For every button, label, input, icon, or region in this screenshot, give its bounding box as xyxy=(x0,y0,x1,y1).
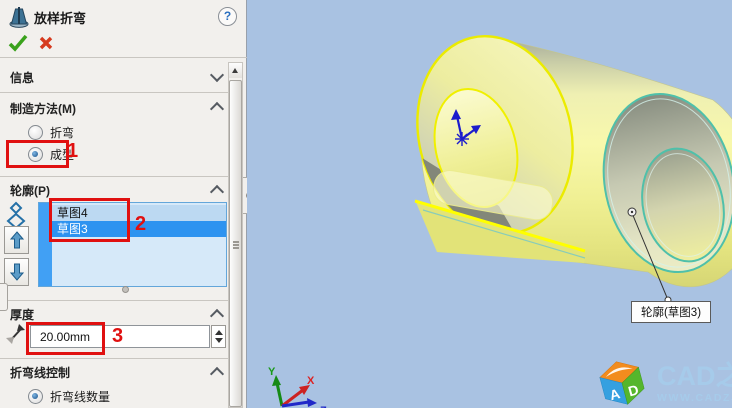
list-resize-handle[interactable] xyxy=(122,286,129,293)
annotation-box-1 xyxy=(6,140,69,168)
confirm-button[interactable] xyxy=(8,34,28,52)
thickness-spinner[interactable] xyxy=(211,325,226,348)
radio-option-bendline-count[interactable]: 折弯线数量 xyxy=(28,388,110,405)
arrow-down-icon xyxy=(10,263,24,281)
chevron-up-icon[interactable] xyxy=(210,185,224,199)
chevron-up-icon[interactable] xyxy=(210,367,224,381)
feature-tree-tab[interactable] xyxy=(0,283,8,311)
watermark-url: WWW.CADZJ.COM xyxy=(657,392,732,404)
watermark-brand: CAD之家 xyxy=(657,363,732,390)
radio-selected-icon xyxy=(28,389,43,404)
annotation-number-2: 2 xyxy=(135,213,146,236)
annotation-box-2 xyxy=(49,198,130,242)
lofted-bend-icon xyxy=(7,4,31,35)
annotation-number-1: 1 xyxy=(67,140,78,163)
scrollbar-grip-icon xyxy=(233,241,239,243)
divider xyxy=(0,92,228,93)
radio-option-bend[interactable]: 折弯 xyxy=(28,124,74,141)
scroll-up-button[interactable] xyxy=(229,63,242,78)
spinner-up-icon[interactable] xyxy=(215,330,223,335)
move-down-button[interactable] xyxy=(4,258,29,286)
chevron-up-icon[interactable] xyxy=(210,309,224,323)
thickness-icon xyxy=(4,321,26,347)
annotation-box-3 xyxy=(26,322,105,355)
panel-title: 放样折弯 xyxy=(34,8,86,27)
svg-text:Y: Y xyxy=(268,366,276,378)
arrow-up-icon xyxy=(10,231,24,249)
divider xyxy=(0,57,247,58)
check-icon xyxy=(8,34,28,52)
radio-icon xyxy=(28,125,43,140)
chevron-down-icon[interactable] xyxy=(210,68,224,82)
help-icon[interactable]: ? xyxy=(218,7,237,26)
divider xyxy=(0,300,228,301)
divider xyxy=(0,358,228,359)
move-up-button[interactable] xyxy=(4,226,29,254)
graphics-viewport[interactable]: Y X Z 轮廓(草图3) A D xyxy=(247,0,732,408)
divider xyxy=(0,176,228,177)
profile-callout[interactable]: 轮廓(草图3) xyxy=(631,301,711,323)
solidworks-window: 放样折弯 ? 信息 制造方法(M) 折弯 xyxy=(0,0,732,408)
annotation-number-3: 3 xyxy=(112,325,123,348)
chevron-up-icon[interactable] xyxy=(210,102,224,116)
axis-triad-icon: Y X Z xyxy=(268,366,327,408)
watermark: A D CAD之家 WWW.CADZJ.COM xyxy=(595,358,732,408)
svg-text:X: X xyxy=(307,375,315,387)
part-3d-model[interactable]: Y X Z xyxy=(247,0,732,408)
spinner-down-icon[interactable] xyxy=(215,338,223,343)
cadzj-cube-logo-icon: A D xyxy=(595,358,651,408)
panel-scrollbar[interactable] xyxy=(228,62,243,408)
scrollbar-thumb[interactable] xyxy=(229,80,242,407)
close-icon xyxy=(38,35,54,51)
cancel-button[interactable] xyxy=(38,35,54,51)
